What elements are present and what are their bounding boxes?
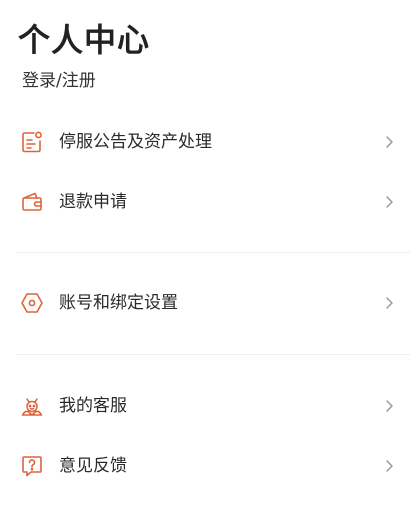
menu-item-label: 退款申请 [59,192,127,212]
login-register-link[interactable]: 登录/注册 [22,69,96,93]
customer-service-icon [19,393,45,419]
feedback-question-icon [19,453,45,479]
chevron-right-icon [382,195,396,209]
menu-item-feedback[interactable]: 意见反馈 [0,436,410,496]
wallet-icon [19,189,45,215]
menu-item-label: 账号和绑定设置 [59,293,178,313]
hexagon-settings-icon [19,290,45,316]
chevron-right-icon [382,296,396,310]
menu-item-label: 我的客服 [59,396,127,416]
menu-item-label: 意见反馈 [59,456,127,476]
profile-header: 个人中心 登录/注册 [18,18,398,93]
menu-list: 停服公告及资产处理 退款申请 账号和绑定设置 我的客服 意见反馈 [0,112,410,496]
chevron-right-icon [382,135,396,149]
menu-item-customer-service[interactable]: 我的客服 [0,376,410,436]
notice-document-icon [19,129,45,155]
chevron-right-icon [382,399,396,413]
page-title: 个人中心 [18,21,151,59]
menu-item-refund[interactable]: 退款申请 [0,172,410,232]
chevron-right-icon [382,459,396,473]
menu-item-account-binding[interactable]: 账号和绑定设置 [0,273,410,333]
menu-item-shutdown-notice[interactable]: 停服公告及资产处理 [0,112,410,172]
menu-item-label: 停服公告及资产处理 [59,132,212,152]
